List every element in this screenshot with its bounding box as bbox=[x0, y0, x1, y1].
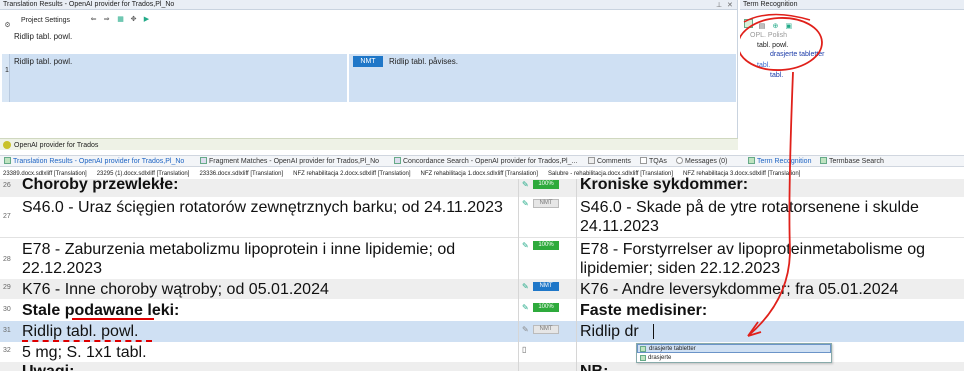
tab-label: Translation Results - OpenAI provider fo… bbox=[13, 158, 185, 165]
segment-row[interactable]: 30 Stale podawane leki: ✎ 100% Faste medi… bbox=[0, 299, 964, 321]
segment-source: 5 mg; S. 1x1 tabl. bbox=[22, 344, 147, 361]
pencil-icon: ✎ bbox=[522, 241, 529, 250]
segment-source: K76 - Inne choroby wątroby; od 05.01.202… bbox=[22, 281, 329, 298]
provider-bar: OpenAI provider for Trados bbox=[0, 138, 738, 150]
translation-results-title: Translation Results - OpenAI provider fo… bbox=[0, 0, 737, 10]
segment-source: Uwagi: bbox=[22, 362, 517, 371]
autosuggest-label: drasjerte tabletter bbox=[649, 346, 696, 352]
segment-number: 32 bbox=[3, 347, 11, 354]
pencil-icon: ✎ bbox=[522, 282, 529, 291]
tab-messages[interactable]: Messages (0) bbox=[676, 156, 727, 168]
segment-source: S46.0 - Uraz ścięgien rotatorów zewnętrz… bbox=[22, 199, 503, 216]
segment-status: ✎ 100% bbox=[519, 299, 575, 321]
autosuggest-label: drasjerte bbox=[648, 355, 672, 361]
segment-number: 27 bbox=[3, 213, 11, 220]
match-badge: 100% bbox=[533, 303, 559, 312]
grid-icon[interactable]: ▦ bbox=[116, 15, 125, 24]
segment-status: ✎ NMT bbox=[519, 197, 575, 237]
tab-tqas[interactable]: TQAs bbox=[640, 156, 667, 168]
segment-target[interactable]: Ridlip dr bbox=[580, 322, 964, 341]
segment-status: ✎ 100% bbox=[519, 179, 575, 197]
annotation-circle bbox=[740, 13, 823, 71]
move-icon[interactable]: ✥ bbox=[129, 15, 138, 24]
term-recognition-panel: Term Recognition ▤ ⊕ ▣ OPL. Polish tabl.… bbox=[740, 0, 964, 150]
results-toolbar: ⚙ Project Settings ⇐ ⇒ ▦ ✥ ▶ bbox=[3, 14, 733, 29]
segment-source: Choroby przewlekłe: bbox=[22, 176, 179, 193]
segment-target[interactable]: K76 - Andre leversykdommer; fra 05.01.20… bbox=[580, 280, 964, 299]
segment-target[interactable]: Faste medisiner: bbox=[580, 301, 964, 320]
segment-target[interactable]: Kroniske sykdommer: bbox=[580, 175, 964, 194]
pin-icon[interactable]: ⊥ bbox=[716, 1, 722, 9]
pencil-icon: ✎ bbox=[522, 199, 529, 208]
autosuggest-item[interactable]: drasjerte bbox=[637, 354, 831, 363]
pencil-icon: ✎ bbox=[522, 325, 529, 334]
tab-label: Messages (0) bbox=[685, 158, 728, 165]
pencil-icon: ✎ bbox=[522, 303, 529, 312]
segment-number: 28 bbox=[3, 256, 11, 263]
segment-source: Ridlip tabl. powl. bbox=[22, 323, 139, 340]
tab-term-recognition[interactable]: Term Recognition bbox=[748, 156, 811, 168]
result-row[interactable]: 1 Ridlip tabl. powl. NMT Ridlip tabl. på… bbox=[2, 54, 736, 102]
result-source: Ridlip tabl. powl. bbox=[14, 57, 73, 66]
match-badge: NMT bbox=[533, 282, 559, 291]
termbase-icon bbox=[640, 355, 646, 361]
tab-label: Termbase Search bbox=[829, 158, 884, 165]
segment-row[interactable]: 28 E78 - Zaburzenia metabolizmu lipoprot… bbox=[0, 237, 964, 279]
match-badge: NMT bbox=[533, 199, 559, 208]
segment-row[interactable]: 26 Choroby przewlekłe: ✎ 100% Kroniske sy… bbox=[0, 176, 964, 197]
close-icon[interactable]: ✕ bbox=[727, 1, 733, 9]
nmt-badge: NMT bbox=[353, 56, 383, 67]
arrow-left-icon[interactable]: ⇐ bbox=[89, 15, 98, 24]
match-badge: 100% bbox=[533, 241, 559, 250]
segment-status: ✎ NMT bbox=[519, 279, 575, 299]
tab-fragment-matches[interactable]: Fragment Matches - OpenAI provider for T… bbox=[200, 156, 379, 168]
segment-row[interactable]: Uwagi: NB: bbox=[0, 362, 964, 371]
termbase-icon bbox=[640, 346, 646, 352]
segment-row[interactable]: 29 K76 - Inne choroby wątroby; od 05.01.… bbox=[0, 279, 964, 299]
tab-label: Term Recognition bbox=[757, 158, 812, 165]
provider-label: OpenAI provider for Trados bbox=[14, 142, 99, 149]
segment-status: ✎ 100% bbox=[519, 238, 575, 280]
segment-row-active[interactable]: 31 Ridlip tabl. powl. ✎ NMT Ridlip dr bbox=[0, 321, 964, 342]
tab-comments[interactable]: Comments bbox=[588, 156, 631, 168]
translation-results-panel: Translation Results - OpenAI provider fo… bbox=[0, 0, 738, 150]
tab-termbase-search[interactable]: Termbase Search bbox=[820, 156, 884, 168]
pencil-icon: ✎ bbox=[522, 180, 529, 189]
segment-row[interactable]: 27 S46.0 - Uraz ścięgien rotatorów zewnę… bbox=[0, 197, 964, 237]
provider-icon bbox=[3, 141, 11, 149]
tab-label: Fragment Matches - OpenAI provider for T… bbox=[209, 158, 380, 165]
segment-source: E78 - Zaburzenia metabolizmu lipoprotein… bbox=[22, 241, 456, 277]
segment-number: 31 bbox=[3, 327, 11, 334]
autosuggest-popup: drasjerte tabletter drasjerte bbox=[636, 343, 832, 363]
play-icon[interactable]: ▶ bbox=[142, 15, 151, 24]
result-index: 1 bbox=[5, 67, 9, 74]
text-cursor bbox=[653, 324, 654, 339]
tab-label: Concordance Search - OpenAI provider for… bbox=[403, 158, 578, 165]
tab-label: Comments bbox=[597, 158, 631, 165]
match-badge: NMT bbox=[533, 325, 559, 334]
autosuggest-item-selected[interactable]: drasjerte tabletter bbox=[637, 344, 831, 353]
preview-text: Ridlip tabl. powl. bbox=[14, 32, 73, 41]
tab-label: TQAs bbox=[649, 158, 667, 165]
segment-target[interactable]: S46.0 - Skade på de ytre rotatorsenene i… bbox=[580, 198, 964, 236]
tab-translation-results[interactable]: Translation Results - OpenAI provider fo… bbox=[4, 156, 184, 168]
segment-target[interactable]: E78 - Forstyrrelser av lipoproteinmetabo… bbox=[580, 240, 964, 278]
annotation-underline bbox=[72, 318, 154, 320]
segment-number: 30 bbox=[3, 306, 11, 313]
segment-target[interactable]: NB: bbox=[580, 362, 964, 371]
match-badge: 100% bbox=[533, 180, 559, 189]
segment-number: 26 bbox=[3, 182, 11, 189]
file-icon: ▯ bbox=[522, 345, 527, 354]
editor-grid: 26 Choroby przewlekłe: ✎ 100% Kroniske sy… bbox=[0, 176, 964, 371]
project-settings-button[interactable]: Project Settings bbox=[21, 16, 70, 25]
panel-tabs: Translation Results - OpenAI provider fo… bbox=[0, 155, 964, 167]
segment-number: 29 bbox=[3, 284, 11, 291]
result-target: Ridlip tabl. påvises. bbox=[389, 57, 458, 66]
segment-status: ▯ bbox=[519, 342, 575, 362]
gear-icon[interactable]: ⚙ bbox=[3, 21, 12, 30]
segment-status: ✎ NMT bbox=[519, 321, 575, 342]
arrow-right-icon[interactable]: ⇒ bbox=[102, 15, 111, 24]
tab-concordance-search[interactable]: Concordance Search - OpenAI provider for… bbox=[394, 156, 577, 168]
